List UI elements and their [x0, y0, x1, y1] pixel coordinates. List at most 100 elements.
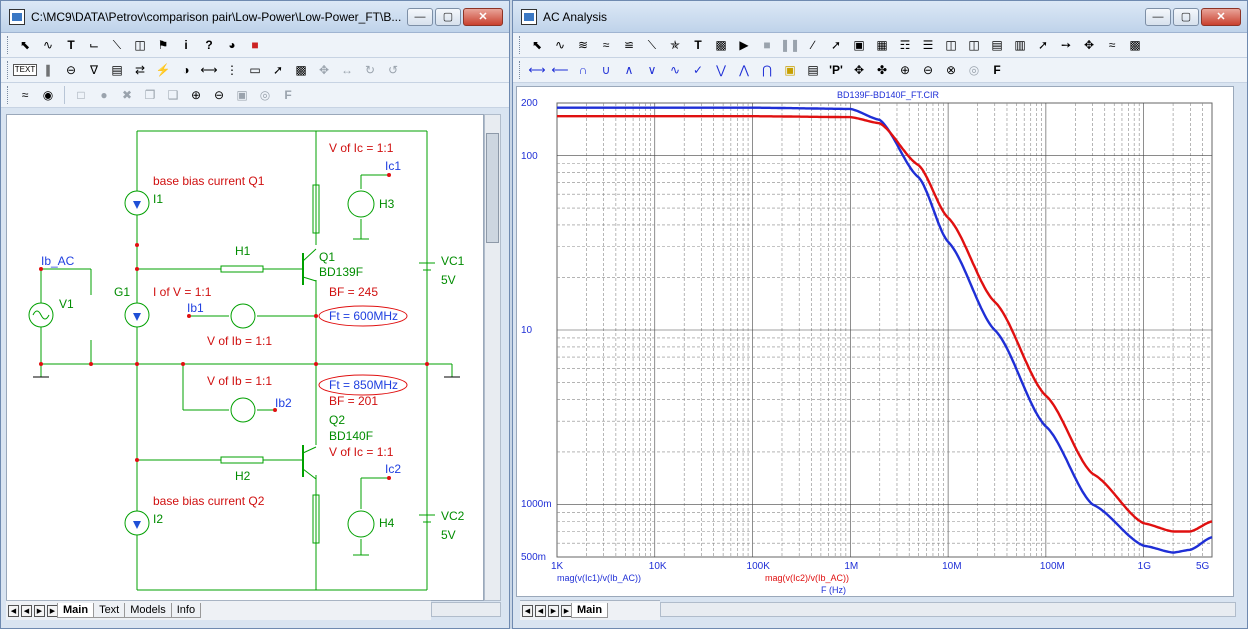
diagonal-wire-icon[interactable]: ⟍ [107, 35, 127, 55]
point-label-icon[interactable]: 'P' [826, 60, 846, 80]
snap-icon[interactable]: ▣ [780, 60, 800, 80]
wire-icon[interactable]: ∿ [38, 35, 58, 55]
text-mode-icon[interactable]: TEXT [12, 60, 38, 80]
chart-icon[interactable]: ▩ [1125, 35, 1145, 55]
global-high-icon[interactable]: ✓ [688, 60, 708, 80]
tab-models[interactable]: Models [124, 603, 172, 618]
peak-find-icon[interactable]: ∩ [573, 60, 593, 80]
valley-find-icon[interactable]: ∪ [596, 60, 616, 80]
analysis-zoom-out-icon[interactable]: ⊖ [918, 60, 938, 80]
first-tab-button[interactable]: ◀ [8, 604, 19, 617]
analysis-prev-tab-button[interactable]: ◀ [535, 604, 546, 617]
zoom-fit-icon[interactable]: ⊗ [941, 60, 961, 80]
cursor-b-icon[interactable]: ➙ [1056, 35, 1076, 55]
move-icon[interactable]: ✥ [314, 60, 334, 80]
tile-icon[interactable]: ◫ [941, 35, 961, 55]
power-icon[interactable]: ⚡ [153, 60, 173, 80]
grid-icon[interactable]: ⋮ [222, 60, 242, 80]
analysis-maximize-button[interactable]: ▢ [1173, 7, 1199, 26]
series-label-ic2[interactable]: mag(v(Ic2)/v(Ib_AC)) [765, 573, 849, 583]
text-icon[interactable]: T [61, 35, 81, 55]
flag-icon[interactable]: ⚑ [153, 35, 173, 55]
pin-icon[interactable]: ⊖ [61, 60, 81, 80]
record-icon[interactable]: ■ [245, 35, 265, 55]
cursor-select-icon[interactable]: ➚ [268, 60, 288, 80]
global-low-icon[interactable]: ⋁ [711, 60, 731, 80]
bar-icon[interactable]: ▥ [1010, 35, 1030, 55]
plot-text-icon[interactable]: T [688, 35, 708, 55]
probe-icon[interactable]: ≈ [15, 85, 35, 105]
monitor-icon[interactable]: □ [71, 85, 91, 105]
attribute-icon[interactable]: ∥ [38, 60, 58, 80]
swap-icon[interactable]: ⇄ [130, 60, 150, 80]
globe-icon[interactable]: ◕ [222, 35, 242, 55]
analysis-zoom-in-icon[interactable]: ⊕ [895, 60, 915, 80]
scroll-thumb[interactable] [486, 133, 499, 243]
bottom-panel-icon[interactable]: ▤ [987, 35, 1007, 55]
high-icon[interactable]: ∧ [619, 60, 639, 80]
grid-toggle-icon[interactable]: ▦ [872, 35, 892, 55]
analysis-properties-icon[interactable]: ▩ [711, 35, 731, 55]
frame-icon[interactable]: ▣ [849, 35, 869, 55]
rotate-icon[interactable]: ↻ [360, 60, 380, 80]
analysis-horizontal-scrollbar[interactable] [660, 602, 1236, 617]
tab-main[interactable]: Main [57, 603, 95, 618]
slope-icon[interactable]: ≌ [619, 35, 639, 55]
low-icon[interactable]: ∨ [642, 60, 662, 80]
top-icon[interactable]: ⋀ [734, 60, 754, 80]
zoom-out-icon[interactable]: ⊖ [209, 85, 229, 105]
analysis-next-tab-button[interactable]: ▶ [548, 604, 559, 617]
help-icon[interactable]: ? [199, 35, 219, 55]
info-icon[interactable]: i [176, 35, 196, 55]
camera-icon[interactable]: ▣ [232, 85, 252, 105]
scale-icon[interactable]: ∿ [550, 35, 570, 55]
cursor-c-icon[interactable]: ✥ [1079, 35, 1099, 55]
analysis-tab-main[interactable]: Main [571, 603, 609, 618]
border-icon[interactable]: ▭ [245, 60, 265, 80]
analysis-minimize-button[interactable]: — [1145, 7, 1171, 26]
binoculars-icon[interactable]: ◉ [38, 85, 58, 105]
run-icon[interactable]: ▶ [734, 35, 754, 55]
pin-connection-icon[interactable]: ⟷ [199, 60, 219, 80]
close-button[interactable]: ✕ [463, 7, 503, 26]
flip-icon[interactable]: ↔ [337, 60, 357, 80]
target-icon[interactable]: ◎ [255, 85, 275, 105]
wave-icon[interactable]: ≈ [1102, 35, 1122, 55]
select-icon[interactable]: ⬉ [527, 35, 547, 55]
rows-icon[interactable]: ☰ [918, 35, 938, 55]
tab-info[interactable]: Info [170, 603, 202, 618]
columns-icon[interactable]: ☶ [895, 35, 915, 55]
prev-tab-button[interactable]: ◀ [21, 604, 32, 617]
select-arrow-icon[interactable]: ⬉ [15, 35, 35, 55]
font-icon[interactable]: F [278, 85, 298, 105]
tab-text[interactable]: Text [93, 603, 126, 618]
analysis-font-icon[interactable]: F [987, 60, 1007, 80]
schematic-horizontal-scrollbar[interactable] [431, 602, 501, 617]
stop-icon[interactable]: ✖ [117, 85, 137, 105]
tag-vertical-icon[interactable]: ✤ [872, 60, 892, 80]
next-tab-button[interactable]: ▶ [34, 604, 45, 617]
tag-icon[interactable]: ✯ [665, 35, 685, 55]
plot-area[interactable]: BD139F-BD140F_FT.CIR 200 100 10 1000m 50… [516, 86, 1234, 597]
minimize-button[interactable]: — [407, 7, 433, 26]
component-icon[interactable]: ◫ [130, 35, 150, 55]
prev-point-icon[interactable]: ⟵ [550, 60, 570, 80]
cursor-a-icon[interactable]: ➚ [1033, 35, 1053, 55]
split-icon[interactable]: ◫ [964, 35, 984, 55]
stop-sim-icon[interactable]: ■ [757, 35, 777, 55]
node-icon[interactable]: ∇ [84, 60, 104, 80]
orthogonal-wire-icon[interactable]: ⌙ [84, 35, 104, 55]
on-off-icon[interactable]: ◑ [176, 60, 196, 80]
line-draw-icon[interactable]: ∕ [803, 35, 823, 55]
table-icon[interactable]: ▤ [803, 60, 823, 80]
grid-text-icon[interactable]: ▤ [107, 60, 127, 80]
bottom-icon[interactable]: ⋂ [757, 60, 777, 80]
mirror-icon[interactable]: ↺ [383, 60, 403, 80]
analysis-close-button[interactable]: ✕ [1201, 7, 1241, 26]
tag-horizontal-icon[interactable]: ✥ [849, 60, 869, 80]
analysis-target-icon[interactable]: ◎ [964, 60, 984, 80]
waveform-icon[interactable]: ≋ [573, 35, 593, 55]
peak-icon[interactable]: ≈ [596, 35, 616, 55]
next-point-icon[interactable]: ⟷ [527, 60, 547, 80]
schematic-vertical-scrollbar[interactable] [484, 114, 501, 601]
